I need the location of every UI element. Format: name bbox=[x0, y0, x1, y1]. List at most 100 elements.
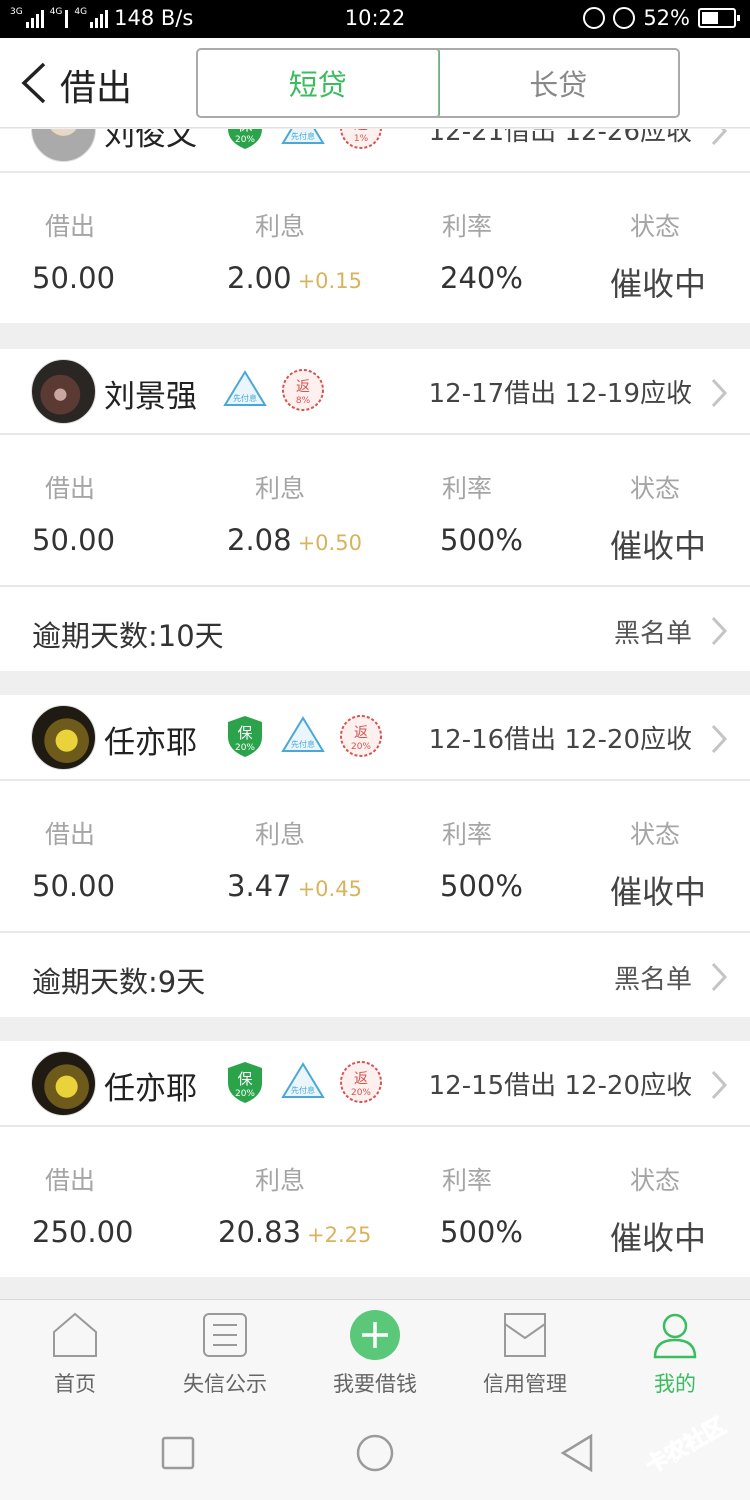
badge-text: 20% bbox=[235, 135, 255, 145]
prepaid-interest-badge-icon: 先付息 bbox=[281, 129, 325, 144]
lend-amount: 50.00 bbox=[32, 261, 116, 295]
home-icon bbox=[53, 1312, 97, 1357]
avatar bbox=[31, 129, 96, 162]
interest-plus: +0.50 bbox=[297, 531, 362, 555]
alarm-icon bbox=[613, 7, 636, 29]
lend-amount: 50.00 bbox=[32, 869, 116, 903]
borrower-name: 刘俊文 bbox=[104, 129, 197, 153]
lend-amount: 50.00 bbox=[32, 523, 116, 557]
avatar bbox=[31, 359, 96, 424]
home-button[interactable] bbox=[355, 1433, 395, 1473]
loan-card-header[interactable]: 任亦耶 保 20% 先付息 返 20% 12-15借出 12-20应收 bbox=[0, 1041, 750, 1127]
battery-icon bbox=[698, 8, 740, 28]
blacklist-link[interactable]: 黑名单 bbox=[614, 613, 692, 650]
interest-amount: 2.00 +0.15 bbox=[227, 261, 362, 295]
rate-value: 240% bbox=[440, 261, 523, 295]
badge-text: 先付息 bbox=[291, 1085, 315, 1095]
status-value: 催收中 bbox=[610, 527, 707, 565]
nav-credit-management[interactable]: 信用管理 bbox=[450, 1300, 600, 1406]
interest-plus: +0.15 bbox=[297, 269, 362, 293]
loan-stats: 借出 250.00 利息 20.83 +2.25 利率 500% 状态 催收中 bbox=[0, 1127, 750, 1277]
badge-text: 8% bbox=[296, 396, 311, 406]
nav-label: 信用管理 bbox=[483, 1372, 567, 1396]
prepaid-interest-badge-icon: 先付息 bbox=[281, 716, 325, 752]
loan-card: 任亦耶 保 20% 先付息 返 20% 12-15借出 12-20应收 借出 2… bbox=[0, 1041, 750, 1277]
nav-label: 首页 bbox=[54, 1372, 96, 1396]
loan-card: 刘俊文 保 20% 先付息 返 1% 12-21借出 12-26应收 bbox=[0, 129, 750, 323]
guarantee-badge-icon: 保 20% bbox=[228, 1062, 262, 1103]
chevron-right-icon bbox=[711, 616, 728, 646]
interest-value: 20.83 bbox=[218, 1215, 302, 1249]
status-value: 催收中 bbox=[610, 873, 707, 911]
borrower-name: 刘景强 bbox=[104, 379, 197, 415]
nav-label: 我要借钱 bbox=[333, 1372, 417, 1396]
chevron-right-icon bbox=[711, 129, 728, 146]
app-header: 借出 短贷 长贷 bbox=[0, 38, 750, 128]
badge-text: 20% bbox=[351, 1088, 371, 1098]
stat-label: 状态 bbox=[630, 820, 681, 849]
stat-label: 利率 bbox=[442, 474, 493, 503]
chevron-right-icon bbox=[711, 724, 728, 754]
badge-text: 20% bbox=[351, 742, 371, 752]
watermark-logo: 卡农社区 bbox=[641, 1412, 731, 1480]
interest-value: 2.00 bbox=[227, 261, 292, 295]
chevron-left-icon bbox=[21, 62, 46, 104]
stat-label: 利息 bbox=[255, 820, 306, 849]
stat-label: 借出 bbox=[45, 1166, 96, 1195]
rebate-badge-icon: 返 1% bbox=[340, 129, 382, 149]
loan-card-header[interactable]: 刘俊文 保 20% 先付息 返 1% 12-21借出 12-26应收 bbox=[0, 129, 750, 173]
page-title: 借出 bbox=[60, 68, 133, 109]
nav-blacklist-public[interactable]: 失信公示 bbox=[150, 1300, 300, 1406]
list-icon bbox=[203, 1313, 247, 1357]
overdue-row[interactable]: 逾期天数:9天 黑名单 bbox=[0, 931, 750, 1017]
borrower-name: 任亦耶 bbox=[104, 725, 197, 761]
status-value: 催收中 bbox=[610, 265, 707, 303]
nav-borrow[interactable]: 我要借钱 bbox=[300, 1300, 450, 1406]
badge-group: 保 20% 先付息 返 20% bbox=[222, 1059, 384, 1105]
nav-label: 我的 bbox=[654, 1372, 696, 1396]
overdue-row[interactable]: 逾期天数:10天 黑名单 bbox=[0, 585, 750, 671]
badge-text: 先付息 bbox=[291, 131, 315, 141]
user-icon bbox=[653, 1313, 697, 1359]
interest-amount: 2.08 +0.50 bbox=[227, 523, 362, 557]
blacklist-link[interactable]: 黑名单 bbox=[614, 959, 692, 996]
loan-card-header[interactable]: 任亦耶 保 20% 先付息 返 20% 12-16借出 12-20应收 bbox=[0, 695, 750, 781]
overdue-days: 逾期天数:9天 bbox=[32, 965, 206, 999]
loan-stats: 借出 50.00 利息 2.08 +0.50 利率 500% 状态 催收中 bbox=[0, 435, 750, 585]
stat-label: 利率 bbox=[442, 1166, 493, 1195]
badge-text: 返 bbox=[354, 129, 368, 133]
interest-amount: 20.83 +2.25 bbox=[218, 1215, 371, 1249]
back-button[interactable] bbox=[18, 60, 48, 106]
badge-group: 保 20% 先付息 返 1% bbox=[222, 129, 384, 151]
badge-text: 先付息 bbox=[291, 739, 315, 749]
guarantee-badge-icon: 保 20% bbox=[228, 716, 262, 757]
nav-home[interactable]: 首页 bbox=[0, 1300, 150, 1406]
rebate-badge-icon: 返 20% bbox=[340, 715, 382, 757]
status-value: 催收中 bbox=[610, 1219, 707, 1257]
loan-stats: 借出 50.00 利息 3.47 +0.45 利率 500% 状态 催收中 bbox=[0, 781, 750, 931]
chevron-right-icon bbox=[711, 962, 728, 992]
stat-label: 状态 bbox=[630, 474, 681, 503]
stat-label: 利息 bbox=[255, 474, 306, 503]
stat-label: 利息 bbox=[255, 212, 306, 241]
badge-group: 先付息 返 8% bbox=[222, 367, 326, 413]
badge-text: 先付息 bbox=[233, 393, 257, 403]
stat-label: 借出 bbox=[45, 474, 96, 503]
tab-short-loan[interactable]: 短贷 bbox=[198, 50, 440, 116]
rate-value: 500% bbox=[440, 523, 523, 557]
bottom-navigation: 首页 失信公示 我要借钱 信用管理 我的 bbox=[0, 1299, 750, 1405]
stat-label: 借出 bbox=[45, 820, 96, 849]
interest-value: 3.47 bbox=[227, 869, 292, 903]
nav-mine[interactable]: 我的 bbox=[600, 1300, 750, 1406]
overdue-days: 逾期天数:10天 bbox=[32, 619, 224, 653]
stat-label: 状态 bbox=[630, 212, 681, 241]
rate-value: 500% bbox=[440, 1215, 523, 1249]
recent-apps-button[interactable] bbox=[158, 1433, 198, 1473]
loan-list[interactable]: 刘俊文 保 20% 先付息 返 1% 12-21借出 12-26应收 bbox=[0, 129, 750, 1299]
loan-card-header[interactable]: 刘景强 先付息 返 8% 12-17借出 12-19应收 bbox=[0, 349, 750, 435]
badge-text: 保 bbox=[237, 1070, 252, 1088]
back-triangle-button[interactable] bbox=[558, 1433, 598, 1473]
loan-type-tabs: 短贷 长贷 bbox=[196, 48, 680, 118]
shopping-bag-icon bbox=[504, 1313, 546, 1357]
tab-long-loan[interactable]: 长贷 bbox=[437, 50, 679, 116]
